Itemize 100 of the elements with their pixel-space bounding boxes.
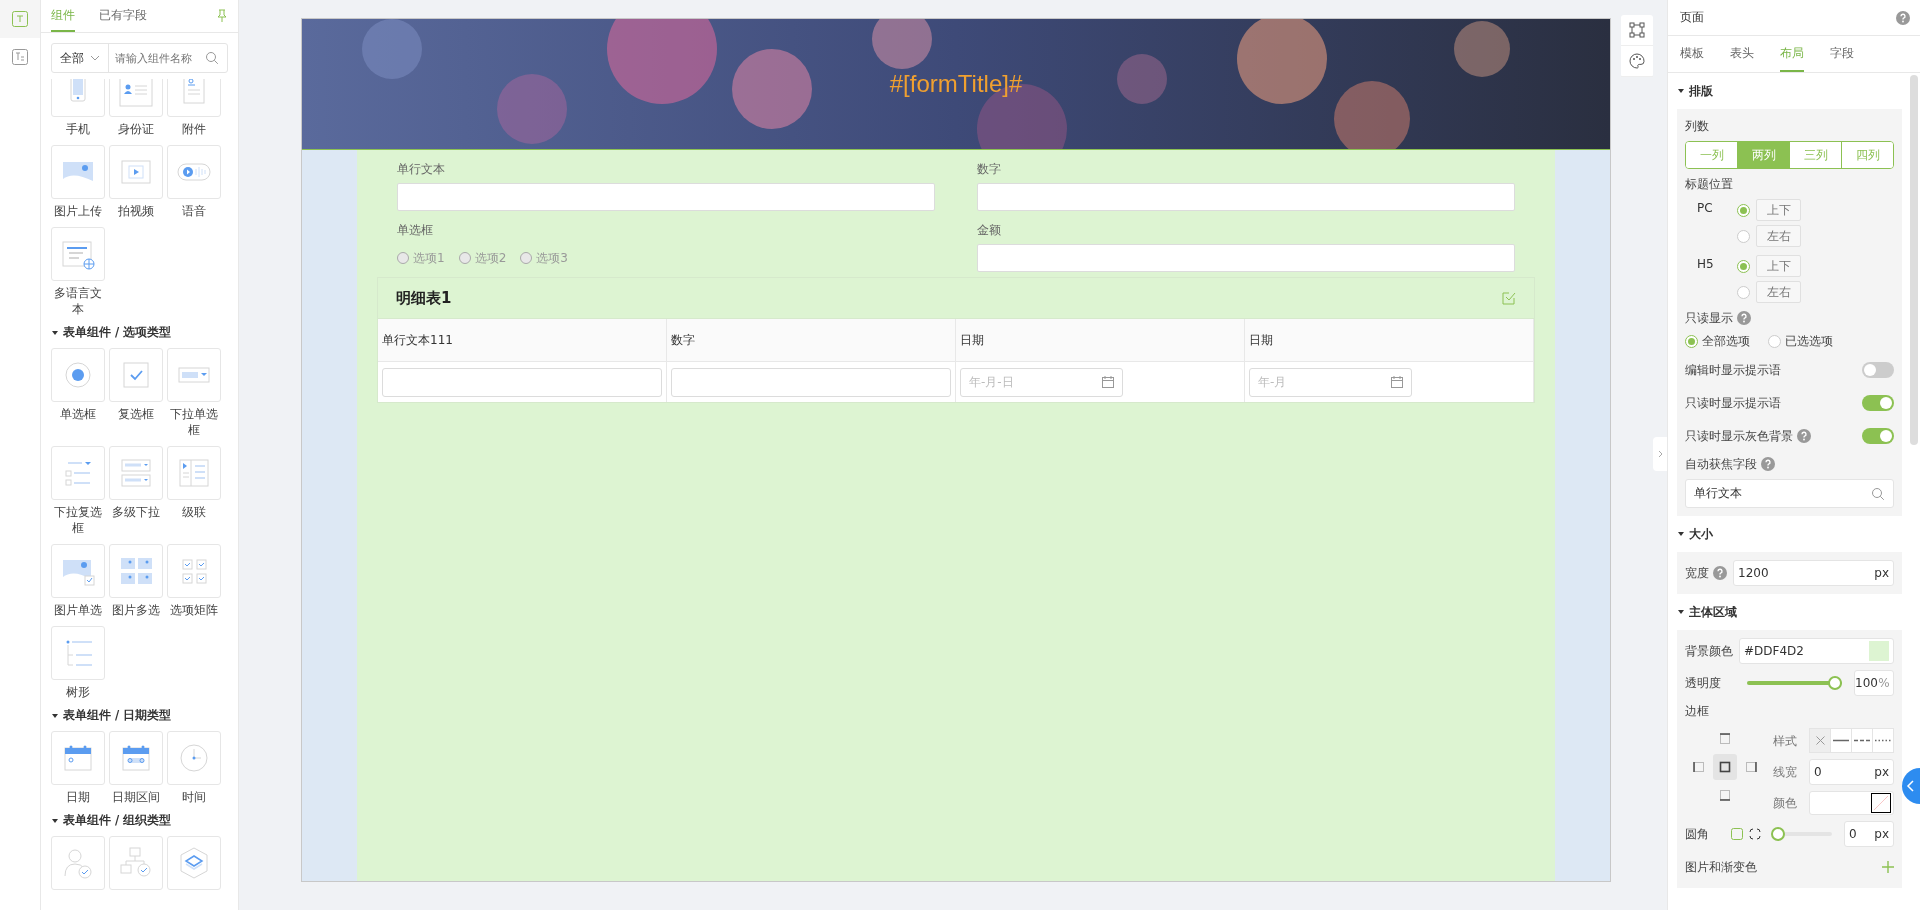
setting-label: 宽度 bbox=[1685, 565, 1709, 582]
component-label: 树形 bbox=[65, 684, 91, 700]
line-width-field[interactable]: 0 px bbox=[1809, 759, 1894, 785]
color-swatch[interactable] bbox=[1869, 641, 1889, 661]
radio-button[interactable] bbox=[1685, 335, 1698, 348]
input-field[interactable] bbox=[382, 367, 662, 397]
radius-field[interactable]: 0 px bbox=[1844, 821, 1894, 847]
color-field[interactable]: #DDF4D2 bbox=[1739, 638, 1894, 664]
collapse-triangle-icon[interactable] bbox=[51, 816, 59, 825]
settings-tab[interactable]: 字段 bbox=[1830, 36, 1854, 72]
help-icon bbox=[1761, 457, 1775, 471]
component-tile[interactable] bbox=[167, 836, 221, 890]
component-tile[interactable] bbox=[51, 227, 105, 281]
component-tile[interactable] bbox=[51, 348, 105, 402]
position-option[interactable]: 左右 bbox=[1756, 225, 1801, 247]
radio-button[interactable] bbox=[1737, 229, 1750, 243]
component-label: 语音 bbox=[181, 203, 207, 219]
input-field[interactable] bbox=[977, 183, 1515, 211]
collapse-triangle-icon[interactable] bbox=[51, 328, 59, 337]
position-option[interactable]: 上下 bbox=[1756, 255, 1801, 277]
component-tile[interactable] bbox=[109, 731, 163, 785]
search-field[interactable]: 请输入组件名称 bbox=[115, 51, 203, 65]
setting-label: 编辑时显示提示语 bbox=[1685, 361, 1781, 379]
field-label: 单选框 bbox=[397, 222, 434, 239]
position-option[interactable]: 上下 bbox=[1756, 199, 1801, 221]
toggle-switch[interactable] bbox=[1862, 427, 1894, 444]
field-select[interactable]: 单行文本 bbox=[1685, 479, 1894, 508]
component-tile[interactable] bbox=[51, 446, 105, 500]
scrollbar[interactable] bbox=[1910, 75, 1918, 445]
field-label: 单行文本 bbox=[397, 161, 446, 178]
collapse-triangle-icon[interactable] bbox=[1677, 87, 1685, 95]
toggle-switch[interactable] bbox=[1862, 361, 1894, 378]
component-tile[interactable] bbox=[109, 446, 163, 500]
radio-button[interactable] bbox=[458, 252, 471, 264]
radio-label: 选项3 bbox=[536, 249, 568, 267]
rounded-corners-icon[interactable] bbox=[1749, 828, 1761, 840]
component-tile[interactable] bbox=[109, 79, 163, 117]
edit-icon[interactable] bbox=[1502, 291, 1516, 305]
input-field[interactable] bbox=[671, 367, 951, 397]
component-label: 多级下拉 bbox=[111, 504, 161, 520]
radio-button[interactable] bbox=[1768, 335, 1781, 348]
setting-label: 标题位置 bbox=[1685, 176, 1734, 193]
collapse-handle[interactable] bbox=[1653, 437, 1667, 471]
component-tile[interactable] bbox=[109, 836, 163, 890]
collapse-triangle-icon[interactable] bbox=[1677, 608, 1685, 616]
square-corner-icon[interactable] bbox=[1731, 828, 1743, 840]
component-tile[interactable] bbox=[51, 731, 105, 785]
radio-button[interactable] bbox=[1737, 203, 1750, 217]
rail-button[interactable] bbox=[0, 0, 40, 38]
settings-tab[interactable]: 模板 bbox=[1680, 36, 1704, 72]
component-tile[interactable] bbox=[51, 626, 105, 680]
border-style-option[interactable] bbox=[1830, 729, 1851, 752]
component-tile[interactable] bbox=[109, 544, 163, 598]
component-tile[interactable] bbox=[167, 544, 221, 598]
component-tile[interactable] bbox=[167, 731, 221, 785]
position-option[interactable]: 左右 bbox=[1756, 281, 1801, 303]
panel-tab[interactable]: 组件 bbox=[51, 0, 75, 32]
input-field[interactable] bbox=[977, 244, 1515, 272]
component-tile[interactable] bbox=[51, 145, 105, 199]
panel-tab[interactable]: 已有字段 bbox=[99, 0, 147, 32]
component-tile[interactable] bbox=[167, 446, 221, 500]
collapse-triangle-icon[interactable] bbox=[1677, 530, 1685, 538]
form-title: #[formTitle]# bbox=[889, 70, 1023, 98]
component-tile[interactable] bbox=[167, 145, 221, 199]
component-tile[interactable] bbox=[51, 79, 105, 117]
category-dropdown[interactable]: 全部 bbox=[52, 44, 109, 72]
border-side-icon bbox=[1718, 760, 1732, 774]
component-label: 日期区间 bbox=[111, 789, 161, 805]
collapse-triangle-icon[interactable] bbox=[51, 711, 59, 720]
radio-label: 全部选项 bbox=[1702, 333, 1750, 350]
radius-slider[interactable] bbox=[1771, 827, 1832, 841]
pin-icon[interactable] bbox=[216, 9, 228, 23]
radio-label: 选项2 bbox=[474, 249, 507, 267]
width-field[interactable]: 1200 px bbox=[1733, 560, 1894, 586]
color-field[interactable] bbox=[1809, 791, 1894, 815]
settings-tab[interactable]: 布局 bbox=[1780, 36, 1804, 72]
help-icon bbox=[1896, 10, 1910, 25]
component-label: 拍视频 bbox=[117, 203, 155, 219]
border-style-selector[interactable] bbox=[1809, 728, 1894, 753]
radio-button[interactable] bbox=[1737, 259, 1750, 273]
radio-button[interactable] bbox=[1737, 285, 1750, 299]
component-tile[interactable] bbox=[167, 79, 221, 117]
component-tile[interactable] bbox=[109, 348, 163, 402]
opacity-field[interactable]: 100% bbox=[1854, 670, 1894, 696]
border-side-icon bbox=[1692, 760, 1706, 774]
toggle-switch[interactable] bbox=[1862, 394, 1894, 411]
input-field[interactable] bbox=[397, 183, 935, 211]
radio-button[interactable] bbox=[397, 252, 409, 264]
settings-tab[interactable]: 表头 bbox=[1730, 36, 1754, 72]
border-style-option[interactable] bbox=[1851, 729, 1872, 752]
component-tile[interactable] bbox=[51, 544, 105, 598]
border-side-button[interactable] bbox=[1713, 754, 1737, 780]
component-tile[interactable] bbox=[109, 145, 163, 199]
radio-button[interactable] bbox=[520, 252, 533, 264]
opacity-slider[interactable] bbox=[1747, 676, 1842, 690]
add-icon[interactable] bbox=[1882, 860, 1894, 873]
component-tile[interactable] bbox=[167, 348, 221, 402]
component-tile[interactable] bbox=[51, 836, 105, 890]
component-label: 图片多选 bbox=[111, 602, 161, 618]
border-style-option[interactable] bbox=[1810, 729, 1830, 752]
